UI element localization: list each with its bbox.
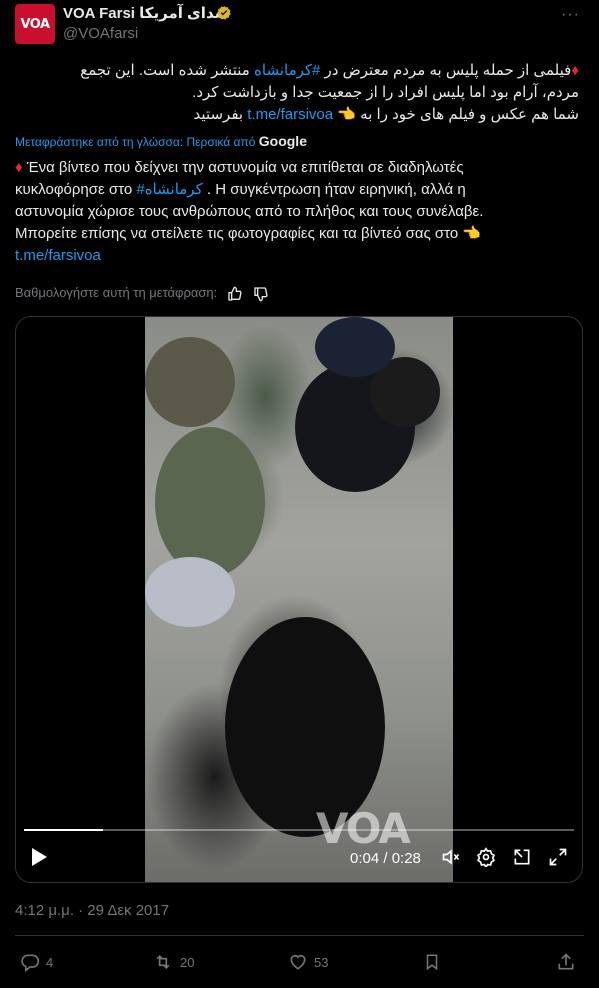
more-options-icon[interactable]: ··· xyxy=(561,6,580,24)
telegram-link[interactable]: t.me/farsivoa xyxy=(247,106,333,123)
video-time: 0:04 / 0:28 xyxy=(350,850,421,867)
video-player[interactable]: VOA 0:04 / 0:28 xyxy=(15,316,583,883)
reply-button[interactable]: 4 xyxy=(20,952,53,972)
thumbs-down-icon[interactable] xyxy=(253,286,269,302)
video-progress-bar[interactable] xyxy=(24,829,574,831)
fa-line2: مردم، آرام بود اما پلیس افراد را از جمعی… xyxy=(192,84,579,101)
telegram-link[interactable]: t.me/farsivoa xyxy=(15,247,101,264)
play-icon[interactable] xyxy=(30,847,48,867)
google-logo-text: Google xyxy=(258,133,307,149)
share-icon xyxy=(558,953,574,970)
bookmark-button[interactable] xyxy=(423,952,447,972)
pointing-hand-icon: 👈 xyxy=(337,106,356,123)
mute-icon[interactable] xyxy=(440,847,462,867)
avatar-logo-text: VOA xyxy=(20,16,50,32)
red-diamond-icon: ♦ xyxy=(571,62,579,79)
gr-line2-prefix: κυκλοφόρησε στο xyxy=(15,181,137,198)
gr-line2-suffix: . Η συγκέντρωση ήταν ειρηνική, αλλά η xyxy=(202,181,466,198)
gr-line1: Ένα βίντεο που δείχνει την αστυνομία να … xyxy=(22,159,464,176)
thumbs-up-icon[interactable] xyxy=(227,286,243,302)
reply-icon xyxy=(21,954,40,972)
verified-badge-icon xyxy=(217,6,231,20)
gr-line4: Μπορείτε επίσης να στείλετε τις φωτογραφ… xyxy=(15,225,463,242)
heart-icon xyxy=(290,954,306,970)
gr-line3: αστυνομία χώρισε τους ανθρώπους από το π… xyxy=(15,203,484,220)
share-button[interactable] xyxy=(556,952,582,972)
fa-line3-suffix: بفرستید xyxy=(193,106,248,123)
rate-translation-label: Βαθμολογήστε αυτή τη μετάφραση: xyxy=(15,285,218,300)
divider xyxy=(15,935,584,936)
pop-out-icon[interactable] xyxy=(512,847,532,867)
settings-gear-icon[interactable] xyxy=(476,847,496,867)
fa-line1-prefix: فیلمی از حمله پلیس به مردم معترض در xyxy=(320,62,572,79)
like-button[interactable]: 53 xyxy=(288,952,328,972)
translated-from-label: Μεταφράστηκε από τη γλώσσα: Περσικά από xyxy=(15,135,256,149)
avatar[interactable]: VOA xyxy=(15,4,55,44)
reply-count: 4 xyxy=(46,954,54,970)
account-handle[interactable]: @VOAfarsi xyxy=(63,25,138,42)
video-frame xyxy=(145,317,453,882)
repost-icon xyxy=(156,954,170,970)
tweet-original-text: ♦فیلمی از حمله پلیس به مردم معترض در #کر… xyxy=(9,60,579,126)
fa-line3-prefix: شما هم عکس و فیلم های خود را به xyxy=(355,106,579,123)
red-diamond-icon: ♦ xyxy=(15,159,23,176)
fa-line1-suffix: منتشر شده است. این تجمع xyxy=(80,62,255,79)
translation-source[interactable]: Μεταφράστηκε από τη γλώσσα: Περσικά από … xyxy=(15,133,307,149)
repost-count: 20 xyxy=(180,954,195,970)
video-progress-fill xyxy=(24,829,103,831)
tweet-timestamp[interactable]: 4:12 μ.μ. · 29 Δεκ 2017 xyxy=(15,902,169,919)
repost-button[interactable]: 20 xyxy=(152,952,194,972)
fullscreen-icon[interactable] xyxy=(548,847,568,867)
pointing-hand-icon: 👈 xyxy=(462,225,482,242)
hashtag-link[interactable]: #کرمانشاه xyxy=(136,181,202,198)
tweet-translated-text: ♦ Ένα βίντεο που δείχνει την αστυνομία ν… xyxy=(15,157,590,267)
bookmark-icon xyxy=(426,954,438,971)
like-count: 53 xyxy=(314,954,329,970)
hashtag-link[interactable]: #کرمانشاه xyxy=(254,62,320,79)
rate-translation: Βαθμολογήστε αυτή τη μετάφραση: xyxy=(15,285,269,302)
account-name[interactable]: VOA Farsi صدای آمریکا xyxy=(63,4,229,22)
